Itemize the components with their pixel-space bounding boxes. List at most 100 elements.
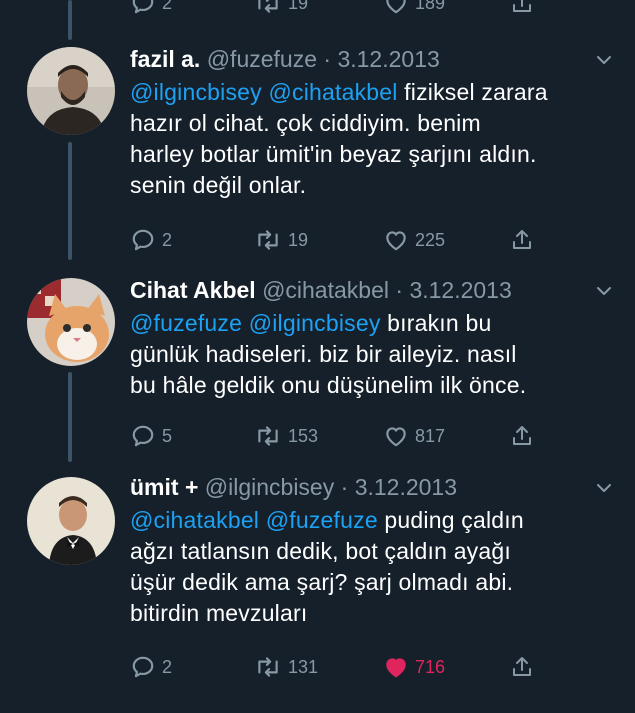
avatar-image: [27, 278, 115, 366]
reply-icon: [132, 229, 154, 251]
reply-count: 2: [162, 656, 173, 677]
avatar[interactable]: [27, 477, 115, 565]
tweet-line: bitirdin mevzuları: [130, 600, 308, 626]
like-button[interactable]: 189: [383, 0, 445, 17]
tweet-actions: 2 19 225: [130, 226, 595, 254]
reply-button[interactable]: 2: [130, 653, 172, 681]
tweet[interactable]: fazil a. @fuzefuze · 3.12.2013 @ilgincbi…: [0, 45, 635, 265]
mention-link[interactable]: @fuzefuze: [130, 310, 242, 336]
retweet-count: 131: [288, 656, 319, 677]
tweet-text-fragment: fiziksel zarara: [397, 79, 548, 105]
tweet-date[interactable]: 3.12.2013: [337, 46, 439, 72]
avatar[interactable]: [27, 47, 115, 135]
tweet-line: @fuzefuze @ilgincbisey bırakın bu: [130, 308, 600, 339]
retweet-button[interactable]: 153: [254, 422, 318, 450]
mention-link[interactable]: @fuzefuze: [266, 507, 378, 533]
previous-tweet-actions: 2 19 189: [130, 0, 595, 17]
like-icon: [386, 231, 406, 251]
avatar-image: [27, 47, 115, 135]
reply-count: 2: [162, 229, 173, 250]
retweet-count: 19: [288, 229, 309, 250]
share-icon: [513, 426, 531, 445]
tweet-line: @ilgincbisey @cihatakbel fiziksel zarara: [130, 77, 600, 108]
tweet-line: bu hâle geldik onu düşünelim ilk önce.: [130, 372, 527, 398]
caret-down-icon[interactable]: [595, 479, 613, 497]
tweet-text: @cihatakbel @fuzefuze puding çaldın ağzı…: [130, 505, 600, 629]
reply-icon: [132, 0, 154, 14]
retweet-button[interactable]: 131: [254, 653, 318, 681]
tweet-actions: 5 153 817: [130, 422, 595, 450]
retweet-button[interactable]: 19: [254, 0, 308, 17]
tweet-header: Cihat Akbel @cihatakbel · 3.12.2013: [130, 276, 512, 304]
mention-link[interactable]: @cihatakbel: [268, 79, 397, 105]
like-icon: [386, 0, 406, 14]
reply-count: 2: [162, 0, 173, 13]
reply-button[interactable]: 2: [130, 226, 172, 254]
like-count: 225: [415, 229, 446, 250]
tweet-thread: 2 19 189 fazil a. @fuzefuze · 3.12.2013 …: [0, 0, 635, 713]
mention-link[interactable]: @ilgincbisey: [249, 310, 381, 336]
retweet-icon: [258, 657, 278, 677]
tweet-header: fazil a. @fuzefuze · 3.12.2013: [130, 45, 440, 73]
tweet[interactable]: Cihat Akbel @cihatakbel · 3.12.2013 @fuz…: [0, 276, 635, 466]
caret-down-icon[interactable]: [595, 51, 613, 69]
avatar[interactable]: [27, 278, 115, 366]
reply-icon: [132, 656, 154, 678]
reply-button[interactable]: 2: [130, 0, 172, 17]
separator-dot: ·: [334, 474, 355, 500]
tweet-header: ümit + @ilgincbisey · 3.12.2013: [130, 473, 457, 501]
like-count: 189: [415, 0, 446, 13]
like-count: 817: [415, 425, 446, 446]
like-button[interactable]: 716: [383, 653, 445, 681]
share-icon: [513, 657, 531, 676]
tweet-text: @ilgincbisey @cihatakbel fiziksel zarara…: [130, 77, 600, 201]
tweet-line: hazır ol cihat. çok ciddiyim. benim: [130, 110, 481, 136]
mention-link[interactable]: @cihatakbel: [130, 507, 259, 533]
share-button[interactable]: [510, 422, 534, 450]
like-icon: [386, 427, 406, 447]
mention-link[interactable]: @ilgincbisey: [130, 79, 262, 105]
share-button[interactable]: [510, 0, 534, 17]
separator-dot: ·: [388, 277, 410, 303]
caret-down-icon[interactable]: [595, 282, 613, 300]
tweet-actions: 2 131 716: [130, 653, 595, 681]
like-button[interactable]: 817: [383, 422, 445, 450]
display-name[interactable]: ümit +: [130, 474, 198, 500]
tweet-date[interactable]: 3.12.2013: [409, 277, 511, 303]
tweet[interactable]: ümit + @ilgincbisey · 3.12.2013 @cihatak…: [0, 473, 635, 703]
user-handle[interactable]: @fuzefuze: [207, 46, 317, 72]
user-handle[interactable]: @ilgincbisey: [205, 474, 334, 500]
tweet-line: @cihatakbel @fuzefuze puding çaldın: [130, 505, 600, 536]
thread-line: [68, 0, 72, 40]
tweet-line: günlük hadiseleri. biz bir aileyiz. nası…: [130, 341, 517, 367]
tweet-date[interactable]: 3.12.2013: [355, 474, 457, 500]
reply-button[interactable]: 5: [130, 422, 172, 450]
share-icon: [513, 0, 531, 12]
reply-icon: [132, 425, 154, 447]
retweet-button[interactable]: 19: [254, 226, 308, 254]
user-handle[interactable]: @cihatakbel: [262, 277, 389, 303]
tweet-line: ağzı tatlansın dedik, bot çaldın ayağı: [130, 538, 511, 564]
retweet-icon: [258, 0, 278, 13]
retweet-icon: [258, 230, 278, 250]
tweet-text-fragment: puding çaldın: [377, 507, 524, 533]
retweet-icon: [258, 426, 278, 446]
display-name[interactable]: fazil a.: [130, 46, 200, 72]
like-button[interactable]: 225: [383, 226, 445, 254]
share-button[interactable]: [510, 653, 534, 681]
retweet-count: 19: [288, 0, 309, 13]
tweet-line: harley botlar ümit'in beyaz şarjını aldı…: [130, 141, 537, 167]
reply-count: 5: [162, 425, 173, 446]
tweet-line: senin değil onlar.: [130, 172, 307, 198]
tweet-line: üşür dedik ama şarj? şarj olmadı abi.: [130, 569, 514, 595]
retweet-count: 153: [288, 425, 319, 446]
separator-dot: ·: [317, 46, 338, 72]
display-name[interactable]: Cihat Akbel: [130, 277, 256, 303]
avatar-image: [27, 477, 115, 565]
share-icon: [513, 230, 531, 249]
like-count: 716: [415, 656, 446, 677]
share-button[interactable]: [510, 226, 534, 254]
like-icon: [386, 658, 406, 678]
tweet-text-fragment: bırakın bu: [380, 310, 492, 336]
tweet-text: @fuzefuze @ilgincbisey bırakın bu günlük…: [130, 308, 600, 401]
